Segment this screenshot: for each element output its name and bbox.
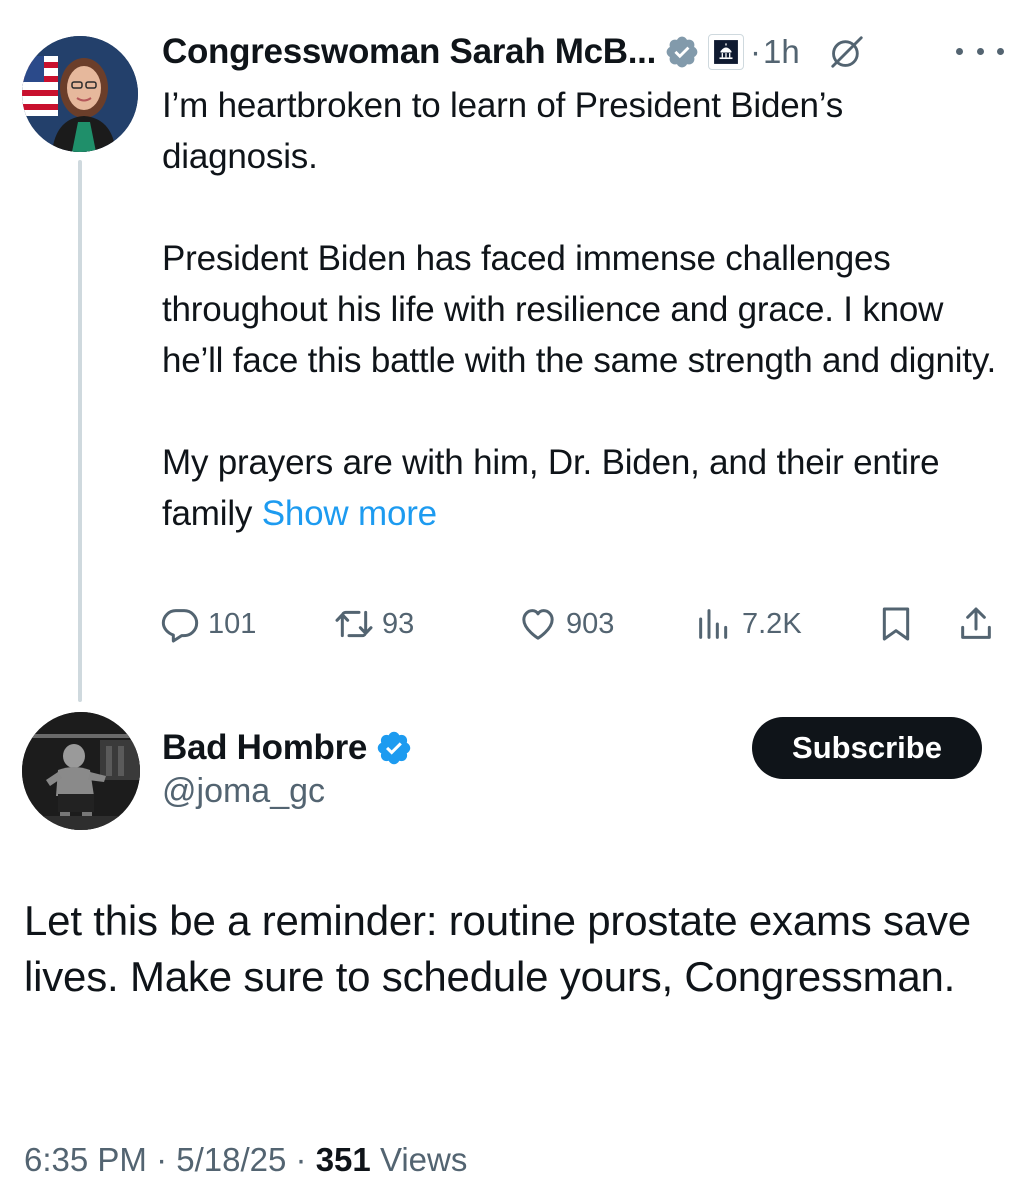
reply-author-handle[interactable]: @joma_gc: [162, 772, 325, 811]
tweet-dot: ·: [750, 33, 761, 70]
reply-date[interactable]: 5/18/25: [176, 1141, 286, 1178]
tweet-paragraph: My prayers are with him, Dr. Biden, and …: [162, 437, 1002, 539]
avatar-photo: [22, 36, 138, 152]
bookmark-button[interactable]: [876, 596, 916, 652]
repost-button[interactable]: 93: [334, 596, 414, 652]
show-more-link[interactable]: Show more: [262, 494, 437, 533]
reply-time[interactable]: 6:35 PM: [24, 1141, 147, 1178]
reply-views-label: Views: [379, 1141, 468, 1178]
meta-separator: ·: [295, 1141, 307, 1178]
gray-verified-badge-icon[interactable]: [664, 34, 700, 70]
views-button[interactable]: 7.2K: [694, 596, 802, 652]
reply-author-name[interactable]: Bad Hombre: [162, 728, 367, 768]
author-name[interactable]: Congresswoman Sarah McB...: [162, 32, 656, 72]
reply-count: 101: [208, 607, 257, 640]
reply-button[interactable]: 101: [160, 596, 256, 652]
author-avatar[interactable]: [22, 36, 138, 152]
share-upload-icon: [961, 607, 991, 639]
tweet-header: Congresswoman Sarah McB... · 1h: [162, 28, 866, 76]
subscribe-button[interactable]: Subscribe: [752, 717, 982, 779]
tweet-action-bar: 101 93 903 7.2K: [160, 596, 1006, 652]
blue-verified-badge-icon[interactable]: [375, 729, 413, 767]
reply-text: Let this be a reminder: routine prostate…: [24, 897, 971, 1000]
bookmark-icon: [882, 607, 910, 641]
repost-count: 93: [382, 607, 415, 640]
repost-arrows-icon: [335, 610, 373, 638]
meta-separator: ·: [156, 1141, 168, 1178]
grok-icon[interactable]: [828, 33, 866, 71]
tweet-text: I’m heartbroken to learn of President Bi…: [162, 80, 1002, 539]
tweet-paragraph: President Biden has faced immense challe…: [162, 239, 997, 380]
reply-views-count: 351: [315, 1141, 371, 1178]
reply-meta: 6:35 PM · 5/18/25 · 351 Views: [24, 1141, 467, 1179]
like-count: 903: [566, 607, 615, 640]
thread-connector-line: [78, 160, 82, 702]
avatar-photo: [22, 712, 140, 830]
reply-bubble-icon: [161, 609, 199, 643]
capitol-affiliate-icon[interactable]: [708, 34, 744, 70]
view-count: 7.2K: [742, 607, 802, 640]
like-button[interactable]: 903: [518, 596, 614, 652]
tweet-paragraph: I’m heartbroken to learn of President Bi…: [162, 86, 844, 176]
heart-icon: [522, 609, 554, 640]
more-dots-icon[interactable]: [956, 38, 1004, 64]
reply-header: Bad Hombre: [162, 722, 413, 774]
analytics-bars-icon: [699, 609, 728, 639]
tweet-time[interactable]: 1h: [763, 33, 800, 71]
tweet-thread: Congresswoman Sarah McB... · 1h I’m hear…: [0, 0, 1026, 1200]
share-button[interactable]: [956, 596, 996, 652]
reply-author-avatar[interactable]: [22, 712, 140, 830]
